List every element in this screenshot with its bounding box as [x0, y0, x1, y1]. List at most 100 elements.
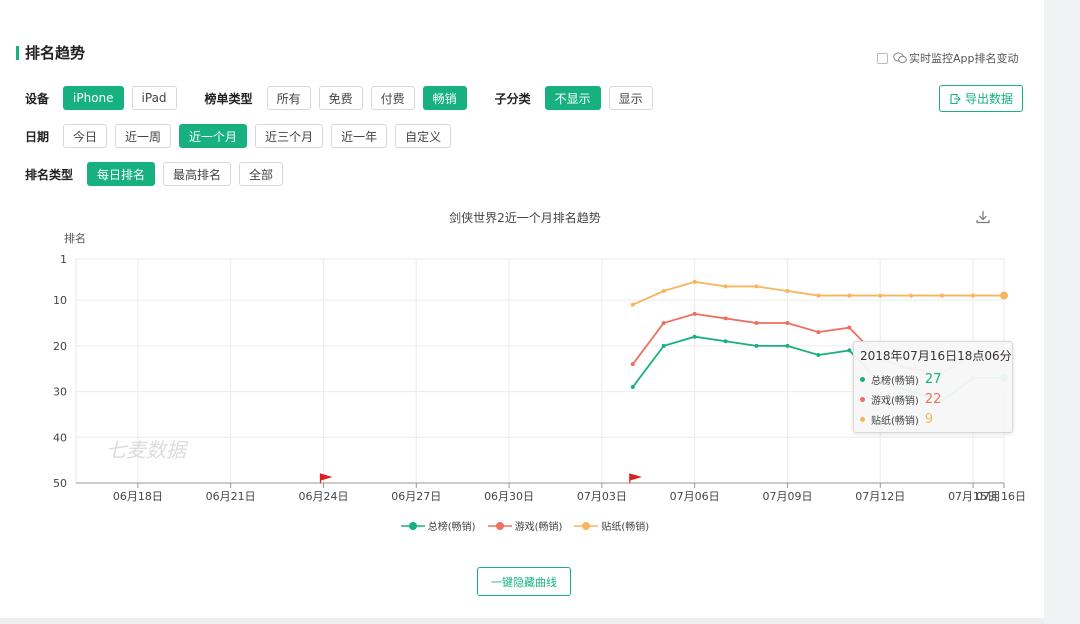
legend-label-total: 总榜(畅销)	[427, 522, 476, 533]
data-point[interactable]	[723, 339, 728, 344]
rank-type-option-all[interactable]: 全部	[239, 162, 284, 186]
tooltip-label-game: 游戏(畅销)	[871, 395, 919, 407]
rank-type-label: 排名类型	[25, 167, 74, 182]
data-point[interactable]	[630, 362, 635, 367]
date-label: 日期	[25, 129, 50, 144]
legend-swatch-total	[400, 521, 425, 530]
export-icon	[950, 93, 961, 104]
sub-category-option-hide[interactable]: 不显示	[544, 86, 601, 110]
filter-row-rank-type: 排名类型 每日排名 最高排名 全部	[25, 162, 291, 186]
device-option-iphone[interactable]: iPhone	[63, 86, 124, 110]
data-point[interactable]	[630, 385, 635, 389]
section-title: 排名趋势	[16, 42, 85, 63]
data-point[interactable]	[661, 321, 666, 325]
hide-curves-button[interactable]: 一键隐藏曲线	[477, 567, 571, 596]
filter-row-device: 设备 iPhone iPad 榜单类型 所有 免费 付费 畅销 子分类 不显示 …	[25, 86, 661, 110]
tooltip-dot-game	[860, 396, 865, 402]
sub-category-option-show[interactable]: 显示	[608, 86, 653, 110]
data-point[interactable]	[785, 289, 790, 293]
x-tick-label: 07月12日	[855, 490, 905, 503]
data-point[interactable]	[785, 343, 790, 348]
data-point[interactable]	[816, 330, 821, 335]
filter-row-date: 日期 今日 近一周 近一个月 近三个月 近一年 自定义	[25, 124, 459, 148]
download-icon[interactable]	[975, 209, 991, 225]
tooltip-label-total: 总榜(畅销)	[871, 375, 919, 387]
y-axis-label: 排名	[64, 231, 86, 245]
title-accent-bar	[16, 45, 19, 60]
data-point[interactable]	[630, 302, 635, 307]
data-point[interactable]	[754, 284, 759, 289]
export-data-button[interactable]: 导出数据	[939, 85, 1023, 112]
legend-swatch-game	[487, 521, 512, 530]
monitor-toggle[interactable]: 实时监控App排名变动	[877, 50, 1019, 66]
monitor-checkbox[interactable]	[877, 52, 888, 64]
data-point[interactable]	[723, 284, 728, 289]
data-point[interactable]	[661, 343, 666, 348]
tooltip-row-total: 总榜(畅销) 27	[860, 369, 1006, 389]
device-option-ipad[interactable]: iPad	[131, 86, 177, 110]
data-point[interactable]	[754, 321, 759, 325]
tooltip-value-total: 27	[924, 371, 942, 387]
data-point[interactable]	[816, 293, 821, 298]
data-point[interactable]	[692, 311, 697, 316]
x-tick-label: 07月03日	[577, 490, 627, 503]
tooltip-dot-sticker	[860, 416, 865, 422]
date-option-year[interactable]: 近一年	[331, 124, 388, 148]
y-tick-label: 40	[53, 431, 67, 444]
list-type-option-grossing[interactable]: 畅销	[422, 86, 467, 110]
date-option-week[interactable]: 近一周	[115, 124, 172, 148]
data-point[interactable]	[692, 334, 697, 339]
y-tick-label: 30	[53, 386, 67, 399]
data-point[interactable]	[847, 325, 852, 330]
monitor-label: 实时监控App排名变动	[909, 52, 1019, 65]
date-option-today[interactable]: 今日	[63, 124, 108, 148]
data-point[interactable]	[816, 353, 821, 357]
rank-type-option-daily[interactable]: 每日排名	[87, 162, 156, 186]
date-option-three-months[interactable]: 近三个月	[255, 124, 324, 148]
data-point[interactable]	[785, 321, 790, 325]
data-point[interactable]	[754, 343, 759, 348]
chart-title: 剑侠世界2近一个月排名趋势	[449, 211, 601, 225]
tooltip-value-sticker: 9	[924, 411, 934, 427]
legend-item-game[interactable]: 游戏(畅销)	[487, 518, 563, 533]
list-type-option-free[interactable]: 免费	[318, 86, 363, 110]
data-point[interactable]	[940, 293, 945, 298]
legend-item-total[interactable]: 总榜(畅销)	[400, 518, 476, 533]
legend-item-sticker[interactable]: 贴纸(畅销)	[574, 518, 649, 533]
data-point[interactable]	[723, 316, 728, 321]
tooltip-label-sticker: 贴纸(畅销)	[871, 415, 919, 427]
data-point[interactable]	[971, 293, 976, 298]
y-tick-label: 20	[53, 340, 67, 353]
data-point[interactable]	[909, 293, 914, 298]
data-point[interactable]	[661, 289, 666, 293]
device-label: 设备	[25, 91, 50, 106]
data-point[interactable]	[878, 293, 883, 298]
data-point[interactable]	[1000, 291, 1008, 300]
date-option-custom[interactable]: 自定义	[395, 124, 452, 148]
x-tick-label: 07月09日	[762, 490, 812, 503]
list-type-label: 榜单类型	[204, 91, 253, 106]
tooltip-date: 2018年07月16日18点06分	[860, 349, 1012, 363]
date-option-month[interactable]: 近一个月	[179, 124, 248, 148]
wechat-icon	[893, 52, 907, 64]
legend-label-game: 游戏(畅销)	[514, 522, 563, 533]
tooltip-row-game: 游戏(畅销) 22	[860, 389, 1006, 409]
x-tick-label: 06月30日	[484, 490, 534, 503]
data-point[interactable]	[847, 293, 852, 298]
data-point[interactable]	[692, 279, 697, 284]
section-title-text: 排名趋势	[25, 44, 86, 62]
list-type-option-all[interactable]: 所有	[266, 86, 311, 110]
list-type-option-paid[interactable]: 付费	[370, 86, 415, 110]
rank-type-option-highest[interactable]: 最高排名	[163, 162, 232, 186]
bottom-strip	[0, 618, 1044, 624]
data-point[interactable]	[847, 348, 852, 353]
sub-category-label: 子分类	[494, 91, 531, 106]
y-tick-label: 50	[53, 477, 67, 490]
tooltip-dot-total	[860, 376, 865, 382]
export-label: 导出数据	[964, 92, 1013, 106]
y-tick-label: 10	[53, 294, 67, 307]
y-tick-label: 1	[60, 253, 67, 266]
chart-legend: 总榜(畅销) 游戏(畅销) 贴纸(畅销)	[0, 518, 1050, 533]
x-tick-label: 07月06日	[670, 490, 720, 503]
chart-tooltip: 2018年07月16日18点06分 总榜(畅销) 27 游戏(畅销) 22 贴纸…	[853, 341, 1013, 433]
